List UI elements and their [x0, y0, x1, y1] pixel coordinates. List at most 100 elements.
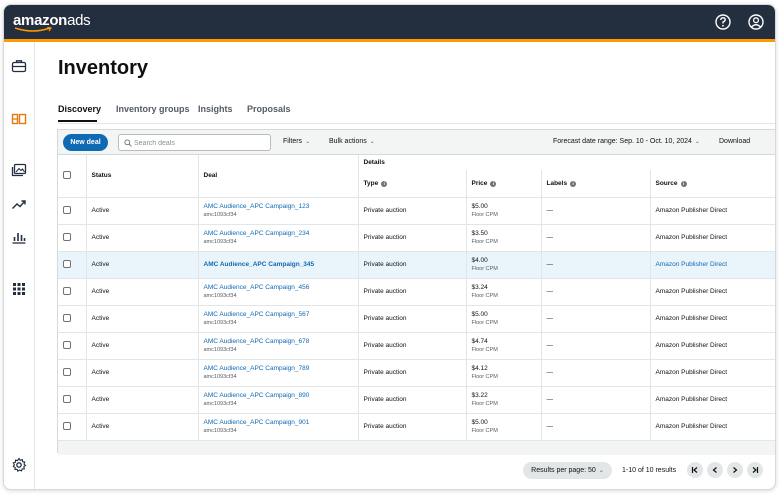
row-checkbox[interactable] — [63, 259, 71, 268]
type-cell: Private auction — [358, 197, 467, 225]
deal-cell: AMC Audience_APC Campaign_890 amc1093cf34 — [198, 386, 359, 414]
table-row[interactable]: Active AMC Audience_APC Campaign_456 amc10… — [58, 278, 775, 306]
table-row[interactable]: Active AMC Audience_APC Campaign_123 amc10… — [58, 197, 775, 225]
previous-page-button[interactable] — [707, 462, 723, 478]
price-value: $5.00 — [471, 203, 488, 210]
deal-name-link[interactable]: AMC Audience_APC Campaign_890 — [204, 392, 353, 399]
select-all-checkbox[interactable] — [63, 170, 71, 179]
last-page-icon — [752, 467, 759, 473]
table-toolbar: New deal Filters⌄ Bulk actions⌄ Forecast… — [58, 130, 775, 155]
deal-name-link[interactable]: AMC Audience_APC Campaign_789 — [204, 365, 353, 372]
source-value: Amazon Publisher Direct — [655, 315, 728, 322]
deal-name-link[interactable]: AMC Audience_APC Campaign_456 — [204, 284, 353, 291]
column-header-source[interactable]: Source i — [650, 170, 775, 198]
help-circle-icon[interactable] — [714, 13, 732, 31]
row-select-cell — [58, 305, 87, 333]
deal-cell: AMC Audience_APC Campaign_345 — [198, 251, 359, 279]
status-cell: Active — [86, 197, 199, 225]
deal-name-link[interactable]: AMC Audience_APC Campaign_345 — [204, 261, 353, 268]
table-row[interactable]: Active AMC Audience_APC Campaign_678 amc10… — [58, 332, 775, 360]
column-header-labels[interactable]: Labels i — [541, 170, 651, 198]
tab-discovery[interactable]: Discovery — [58, 104, 101, 114]
deal-cell: AMC Audience_APC Campaign_901 amc1093cf34 — [198, 413, 359, 441]
deal-name-link[interactable]: AMC Audience_APC Campaign_567 — [204, 311, 353, 318]
deals-table-panel: New deal Filters⌄ Bulk actions⌄ Forecast… — [57, 129, 775, 455]
row-select-cell — [58, 251, 87, 279]
deal-id: amc1093cf34 — [203, 320, 237, 326]
deal-id: amc1093cf34 — [203, 347, 237, 353]
table-row[interactable]: Active AMC Audience_APC Campaign_567 amc10… — [58, 305, 775, 333]
row-checkbox[interactable] — [63, 394, 71, 403]
media-icon[interactable] — [11, 162, 27, 178]
row-checkbox[interactable] — [63, 286, 71, 295]
tab-bar: Discovery Inventory groups Insights Prop… — [58, 100, 775, 124]
search-deals-input[interactable] — [134, 137, 264, 149]
column-header-deal[interactable]: Deal — [198, 155, 359, 198]
info-icon[interactable]: i — [490, 180, 497, 187]
labels-cell: — — [541, 251, 651, 279]
labels-cell: — — [541, 359, 651, 387]
tab-inventory-groups[interactable]: Inventory groups — [116, 104, 190, 114]
table-row[interactable]: Active AMC Audience_APC Campaign_789 amc10… — [58, 359, 775, 387]
price-cell: $3.50 Floor CPM — [466, 224, 542, 252]
table-row[interactable]: Active AMC Audience_APC Campaign_345 Priva… — [58, 251, 775, 279]
deal-name-link[interactable]: AMC Audience_APC Campaign_234 — [204, 230, 353, 237]
logo-suffix: ads — [67, 12, 91, 29]
settings-icon[interactable] — [11, 457, 27, 473]
tab-proposals[interactable]: Proposals — [247, 104, 291, 114]
table-row[interactable]: Active AMC Audience_APC Campaign_234 amc10… — [58, 224, 775, 252]
source-cell: Amazon Publisher Direct — [650, 305, 775, 333]
trending-icon[interactable] — [11, 196, 27, 212]
deal-cell: AMC Audience_APC Campaign_456 amc1093cf34 — [198, 278, 359, 306]
table-row[interactable]: Active AMC Audience_APC Campaign_901 amc10… — [58, 413, 775, 441]
last-page-button[interactable] — [747, 462, 763, 478]
source-value[interactable]: Amazon Publisher Direct — [656, 261, 728, 268]
row-checkbox[interactable] — [63, 367, 71, 376]
info-icon[interactable]: i — [680, 180, 687, 187]
row-checkbox[interactable] — [63, 421, 71, 430]
bulk-actions-dropdown[interactable]: Bulk actions ⌄ — [329, 138, 375, 145]
column-header-type[interactable]: Type i — [358, 170, 467, 198]
logo-smile-icon — [14, 27, 52, 32]
inventory-icon[interactable] — [11, 111, 27, 127]
deal-name-link[interactable]: AMC Audience_APC Campaign_901 — [204, 419, 353, 426]
source-value: Amazon Publisher Direct — [655, 288, 728, 295]
deal-cell: AMC Audience_APC Campaign_678 amc1093cf34 — [198, 332, 359, 360]
labels-cell: — — [541, 197, 651, 225]
forecast-date-range-dropdown[interactable]: Forecast date range: Sep. 10 - Oct. 10, … — [553, 138, 700, 145]
first-page-button[interactable] — [687, 462, 703, 478]
next-page-button[interactable] — [727, 462, 743, 478]
bar-chart-icon[interactable] — [11, 229, 27, 245]
tab-insights[interactable]: Insights — [198, 104, 233, 114]
filters-label: Filters — [283, 138, 303, 145]
row-checkbox[interactable] — [63, 205, 71, 214]
column-header-price[interactable]: Price i — [466, 170, 542, 198]
filters-dropdown[interactable]: Filters ⌄ — [283, 138, 310, 145]
deal-id: amc1093cf34 — [203, 374, 237, 380]
row-checkbox[interactable] — [63, 340, 71, 349]
download-button[interactable]: Download — [719, 138, 750, 145]
account-icon[interactable] — [747, 13, 765, 31]
price-header-label: Price — [471, 179, 488, 187]
column-header-status[interactable]: Status — [86, 155, 199, 198]
table-row[interactable]: Active AMC Audience_APC Campaign_890 amc10… — [58, 386, 775, 414]
apps-grid-icon[interactable] — [11, 281, 27, 297]
deal-name-link[interactable]: AMC Audience_APC Campaign_123 — [204, 203, 353, 210]
results-per-page-dropdown[interactable]: Results per page: 50 ⌄ — [523, 462, 612, 479]
app-window: amazonads Inventory Discovery Inventory … — [3, 4, 776, 490]
status-cell: Active — [86, 224, 199, 252]
new-deal-button[interactable]: New deal — [63, 134, 108, 151]
briefcase-icon[interactable] — [11, 58, 27, 74]
forecast-label: Forecast date range: Sep. 10 - Oct. 10, … — [553, 138, 692, 145]
row-checkbox[interactable] — [63, 313, 71, 322]
row-select-cell — [58, 413, 87, 441]
row-checkbox[interactable] — [63, 232, 71, 241]
source-cell: Amazon Publisher Direct — [650, 197, 775, 225]
price-type: Floor CPM — [471, 212, 498, 218]
info-icon[interactable]: i — [570, 180, 577, 187]
source-value: Amazon Publisher Direct — [655, 342, 728, 349]
deal-name-link[interactable]: AMC Audience_APC Campaign_678 — [204, 338, 353, 345]
type-cell: Private auction — [358, 332, 467, 360]
column-group-details: Details — [358, 155, 775, 170]
info-icon[interactable]: i — [381, 180, 388, 187]
